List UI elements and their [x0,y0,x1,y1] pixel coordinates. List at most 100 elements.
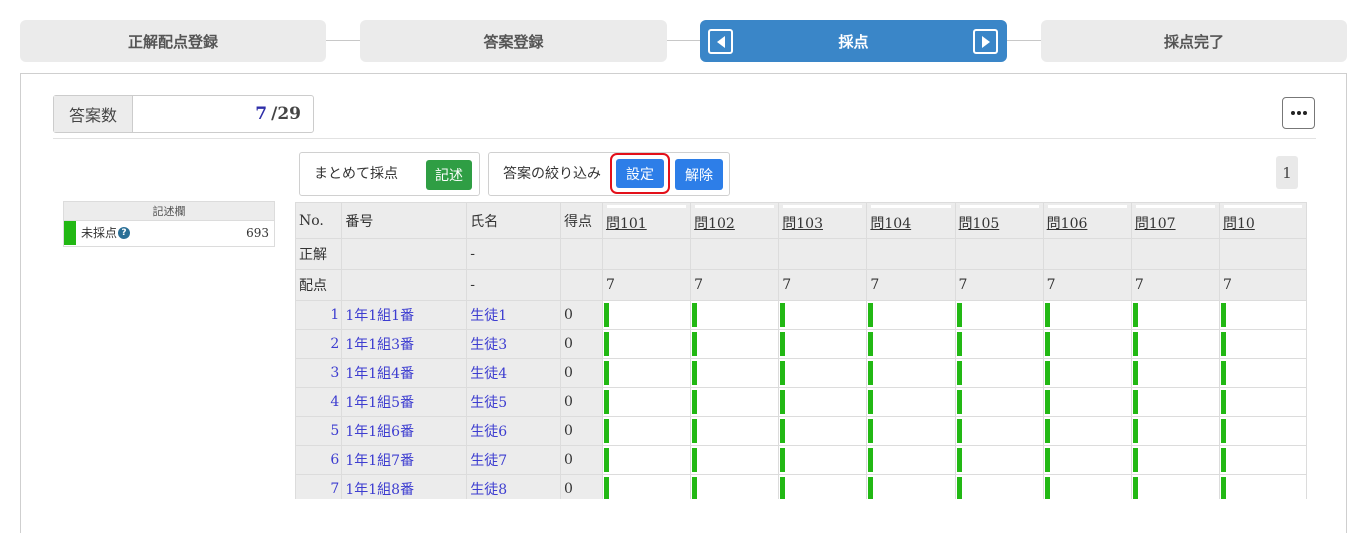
answer-cell[interactable] [954,416,1044,446]
answer-cell[interactable] [601,300,692,330]
answer-cell[interactable] [778,329,868,359]
student-id-link[interactable]: 1年1組7番 [341,445,468,475]
question-link[interactable]: 問10 [1223,216,1255,232]
answer-cell[interactable] [1042,474,1132,499]
student-name-link[interactable]: 生徒6 [466,416,561,446]
question-link[interactable]: 問101 [606,216,647,232]
answer-cell[interactable] [954,474,1044,499]
student-id-link[interactable]: 1年1組5番 [341,387,468,417]
answer-cell[interactable] [690,416,780,446]
answer-cell[interactable] [1130,445,1220,475]
question-link[interactable]: 問103 [782,216,823,232]
student-id-link[interactable]: 1年1組4番 [341,358,468,388]
answer-cell[interactable] [690,474,780,499]
answer-cell[interactable] [778,300,868,330]
answer-cell[interactable] [690,358,780,388]
student-id-link[interactable]: 1年1組6番 [341,416,468,446]
question-link[interactable]: 問106 [1047,216,1088,232]
answer-cell[interactable] [1218,329,1307,359]
ungraded-bar [868,477,874,499]
answer-cell[interactable] [1218,358,1307,388]
answer-cell[interactable] [778,358,868,388]
answer-cell[interactable] [690,387,780,417]
answer-cell[interactable] [866,416,956,446]
question-header[interactable]: 問10 [1218,202,1307,239]
filter-set-button[interactable]: 設定 [616,159,664,188]
answer-cell[interactable] [1218,387,1307,417]
answer-cell[interactable] [778,387,868,417]
answer-cell[interactable] [601,358,692,388]
answer-cell[interactable] [601,387,692,417]
answer-cell[interactable] [1130,300,1220,330]
step-answer-registration[interactable]: 答案登録 [360,20,667,62]
answer-cell[interactable] [954,445,1044,475]
student-name-link[interactable]: 生徒7 [466,445,561,475]
answer-cell[interactable] [866,329,956,359]
question-header[interactable]: 問103 [778,202,868,239]
question-link[interactable]: 問104 [870,216,911,232]
answer-cell[interactable] [1130,416,1220,446]
answer-cell[interactable] [866,445,956,475]
step-grading-complete[interactable]: 採点完了 [1041,20,1347,62]
bulk-descriptive-button[interactable]: 記述 [426,160,472,190]
answer-cell[interactable] [1042,416,1132,446]
answer-cell[interactable] [866,387,956,417]
answer-cell[interactable] [778,474,868,499]
answer-cell[interactable] [866,358,956,388]
step-answer-key[interactable]: 正解配点登録 [20,20,326,62]
answer-cell[interactable] [954,329,1044,359]
answer-cell[interactable] [778,445,868,475]
question-header[interactable]: 問104 [866,202,956,239]
answer-cell[interactable] [690,300,780,330]
filter-clear-button[interactable]: 解除 [675,159,723,190]
prev-step-button[interactable] [708,29,733,54]
help-icon[interactable]: ? [118,226,131,239]
answer-cell[interactable] [1042,358,1132,388]
student-name-link[interactable]: 生徒8 [466,474,561,499]
answer-cell[interactable] [778,416,868,446]
answer-cell[interactable] [601,416,692,446]
answer-cell[interactable] [1042,300,1132,330]
answer-cell[interactable] [690,329,780,359]
student-name-link[interactable]: 生徒3 [466,329,561,359]
question-header[interactable]: 問101 [601,202,692,239]
next-step-button[interactable] [973,29,998,54]
answer-cell[interactable] [1042,329,1132,359]
answer-cell[interactable] [866,300,956,330]
answer-cell[interactable] [954,358,1044,388]
page-button[interactable]: 1 [1276,156,1298,189]
answer-cell[interactable] [1042,387,1132,417]
answer-cell[interactable] [1130,358,1220,388]
answer-cell[interactable] [601,474,692,499]
answer-cell[interactable] [1218,474,1307,499]
student-id-link[interactable]: 1年1組8番 [341,474,468,499]
student-name-link[interactable]: 生徒5 [466,387,561,417]
question-link[interactable]: 問102 [694,216,735,232]
answer-cell[interactable] [1130,387,1220,417]
answer-cell[interactable] [866,474,956,499]
student-name-link[interactable]: 生徒4 [466,358,561,388]
question-header[interactable]: 問106 [1042,202,1132,239]
question-header[interactable]: 問107 [1130,202,1220,239]
student-score: 0 [559,300,603,330]
student-id-link[interactable]: 1年1組3番 [341,329,468,359]
answer-cell[interactable] [1218,300,1307,330]
more-options-button[interactable] [1282,97,1315,129]
answer-cell[interactable] [1130,329,1220,359]
question-header[interactable]: 問105 [954,202,1044,239]
answer-cell[interactable] [954,387,1044,417]
question-link[interactable]: 問107 [1135,216,1176,232]
answer-cell[interactable] [1218,416,1307,446]
answer-cell[interactable] [1042,445,1132,475]
answer-cell[interactable] [601,329,692,359]
answer-cell[interactable] [601,445,692,475]
answer-cell[interactable] [954,300,1044,330]
legend-item-ungraded[interactable]: 未採点 ? 693 [63,221,275,247]
answer-cell[interactable] [690,445,780,475]
question-header[interactable]: 問102 [690,202,780,239]
answer-cell[interactable] [1218,445,1307,475]
student-name-link[interactable]: 生徒1 [466,300,561,330]
answer-cell[interactable] [1130,474,1220,499]
question-link[interactable]: 問105 [959,216,1000,232]
student-id-link[interactable]: 1年1組1番 [341,300,468,330]
